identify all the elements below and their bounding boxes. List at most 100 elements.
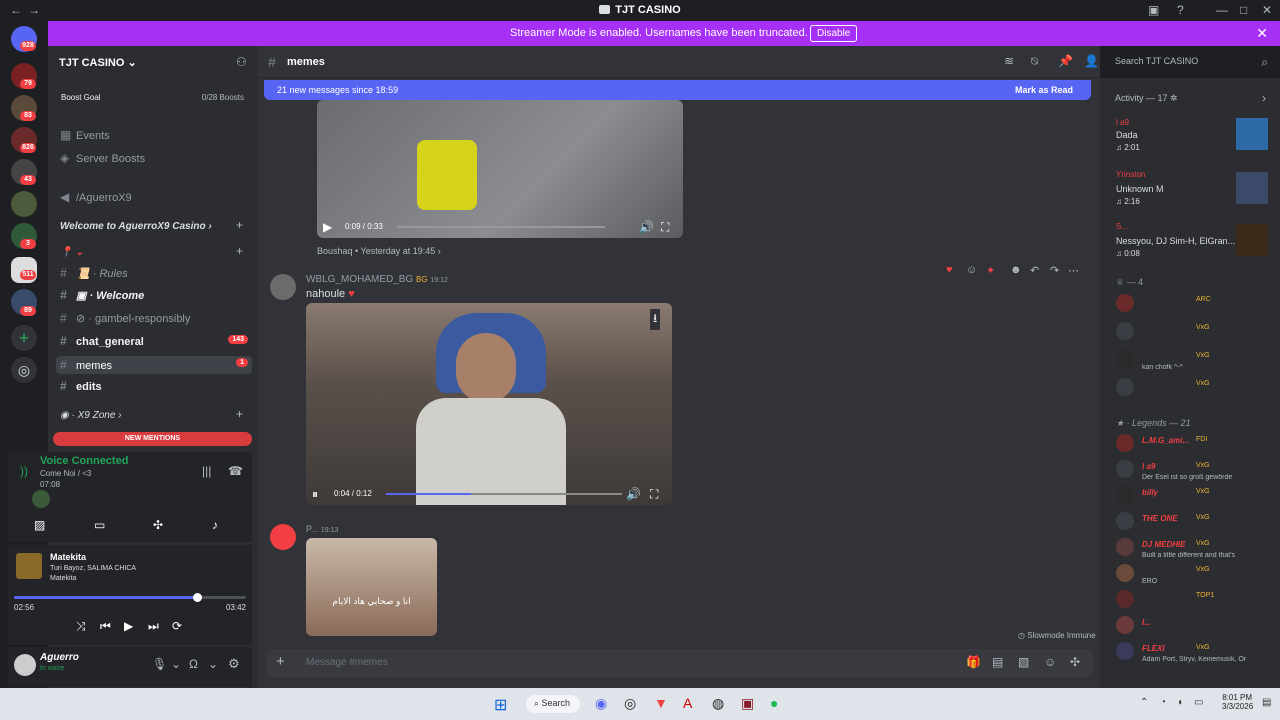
channel-welcome[interactable]: # ▣ · Welcome [60,288,144,302]
new-messages-bar[interactable]: 21 new messages since 18:59 Mark as Read [264,80,1091,100]
disconnect-icon[interactable]: ☎ [228,464,243,478]
add-attachment-icon[interactable]: + [276,653,285,670]
video-attachment[interactable]: ▶ 0:09 / 0:33 🔊 ⛶ [317,100,683,238]
username[interactable]: Aguerro [40,652,79,663]
battery-icon[interactable]: ▭ [1194,697,1203,708]
avatar[interactable] [270,524,296,550]
notification-icon[interactable]: ▤ [1262,697,1271,708]
message-input[interactable]: + Message #memes 🎁 ▤ ▧ ☺ ✣ [266,649,1093,677]
member-row[interactable]: VxG [1116,378,1271,408]
avatar[interactable] [270,274,296,300]
discover-icon[interactable]: ◎ [11,357,37,383]
search-box[interactable]: Search TJT CASINO ⌕ [1110,52,1273,72]
discord-app-icon[interactable]: ◉ [595,695,607,712]
channel-memes[interactable]: # memes [56,356,252,374]
channel-gambel[interactable]: # ⊘ · gambel-responsibly [60,311,190,325]
reaction-heart[interactable]: ♥ [946,264,953,276]
member-row[interactable]: VxG [1116,322,1271,352]
avatar[interactable] [1116,486,1134,504]
avatar[interactable] [1116,294,1134,312]
shuffle-icon[interactable]: ⤨ [76,619,86,634]
more-icon[interactable]: ⋯ [1068,264,1079,277]
search-icon[interactable]: ⌕ [1261,55,1268,70]
message-author[interactable]: WBLG_MOHAMED_BG BG 19:12 [306,274,448,285]
soundboard-icon[interactable]: ♪ [212,518,218,532]
fullscreen-icon[interactable]: ⛶ [650,487,658,502]
member-row[interactable]: VxG kan chofk ^-^ [1116,350,1271,380]
add-reaction-icon[interactable]: ☻ [1010,264,1022,276]
download-icon[interactable]: ⭳ [650,309,661,330]
gif-icon[interactable]: ▤ [992,655,1003,669]
members-icon[interactable]: 👤 [1084,54,1099,68]
reaction-laugh[interactable]: ☺ [966,264,977,276]
avatar[interactable] [1116,590,1134,608]
avatar[interactable] [1116,460,1134,478]
steam-app-icon[interactable]: ◍ [712,695,724,712]
progress-track[interactable] [14,596,246,599]
mute-bell-icon[interactable]: ⍉ [1031,54,1038,69]
new-mentions-pill[interactable]: NEW MENTIONS [53,432,252,446]
avatar[interactable] [1116,434,1134,452]
apps-icon[interactable]: ✣ [1070,655,1080,669]
forward-icon[interactable]: ↷ [1050,264,1059,277]
inbox-icon[interactable]: ▣ [1148,3,1159,17]
close-icon[interactable]: ✕ [1256,25,1268,42]
add-channel-icon[interactable]: + [236,244,243,258]
track-artist[interactable]: Turi Bayoz, SALIMA CHICA [50,565,136,572]
maximize-icon[interactable]: □ [1240,3,1247,17]
category-welcome[interactable]: Welcome to AguerroX9 Casino › [60,221,212,232]
pause-icon[interactable]: ⏸ [312,487,318,502]
previous-icon[interactable]: ⏮ [100,619,111,634]
play-icon[interactable]: ▶ [124,619,133,633]
disable-button[interactable]: Disable [810,25,858,42]
avatar[interactable] [1116,538,1134,556]
voice-status[interactable]: Voice Connected [40,455,128,467]
member-row[interactable]: FLEXI VxG Adam Port, Stryv, Keinemusik, Or [1116,642,1271,672]
volume-icon[interactable]: 🔊 [639,220,654,234]
volume-icon[interactable]: ◖ [1177,697,1183,708]
reply-icon[interactable]: ↶ [1030,264,1039,277]
activities-icon[interactable]: ✣ [153,518,163,532]
camera-off-icon[interactable]: ▨ [34,518,45,532]
mark-as-read-button[interactable]: Mark as Read [1015,85,1073,95]
invite-icon[interactable]: ⚇ [236,55,247,69]
avatar[interactable] [1116,350,1134,368]
avatar[interactable] [1116,616,1134,634]
reaction-emoji[interactable]: ✦ [986,264,995,277]
microphone-icon[interactable]: 🎙 [152,657,167,671]
fullscreen-icon[interactable]: ⛶ [661,220,669,235]
threads-icon[interactable]: ≋ [1004,54,1014,68]
category-x9zone[interactable]: ◉ · X9 Zone › [60,410,122,421]
add-channel-icon[interactable]: + [236,407,243,421]
avatar[interactable] [1116,322,1134,340]
wifi-icon[interactable]: ◔ [1160,697,1166,708]
noise-suppression-icon[interactable]: ||| [202,464,211,478]
pin-icon[interactable]: 📌 [1058,54,1073,68]
sticker-icon[interactable]: ▧ [1018,655,1029,669]
nav-events[interactable]: ▦ Events [60,128,110,142]
play-icon[interactable]: ▶ [323,220,332,234]
capcut-app-icon[interactable]: ▣ [741,695,754,712]
avatar[interactable] [32,490,50,508]
activity-header[interactable]: Activity — 17 ✲ [1115,93,1178,104]
help-icon[interactable]: ? [1177,3,1184,17]
video-attachment[interactable]: ⭳ ⏸ 0:04 / 0:12 🔊 ⛶ [306,303,672,505]
taskbar-search[interactable]: ⌕ Search [526,695,580,713]
close-window-icon[interactable]: ✕ [1262,3,1272,17]
avatar[interactable] [14,654,36,676]
repeat-icon[interactable]: ⟳ [172,619,182,633]
image-attachment[interactable]: انا و صحابي هاد الايام [306,538,437,636]
acrobat-app-icon[interactable]: A [683,695,692,711]
server-name[interactable]: TJT CASINO ⌄ [59,56,137,69]
channel-rules[interactable]: # 📜 · Rules [60,266,128,280]
track-title[interactable]: Matekita [50,552,86,562]
emoji-icon[interactable]: ☺ [1044,655,1056,669]
activity-item[interactable]: S... Nessyou, DJ Sim-H, ElGran... ♫ 0:08 [1116,222,1271,258]
clock[interactable]: 8:01 PM 3/3/2026 [1222,693,1253,711]
channel-aguerro[interactable]: ◀/AguerroX9 [60,190,132,204]
video-progress[interactable] [386,493,622,495]
volume-icon[interactable]: 🔊 [626,487,641,501]
nav-server-boosts[interactable]: ◈ Server Boosts [60,151,145,165]
channel-edits[interactable]: # edits [60,379,102,393]
progress-knob[interactable] [193,593,203,602]
